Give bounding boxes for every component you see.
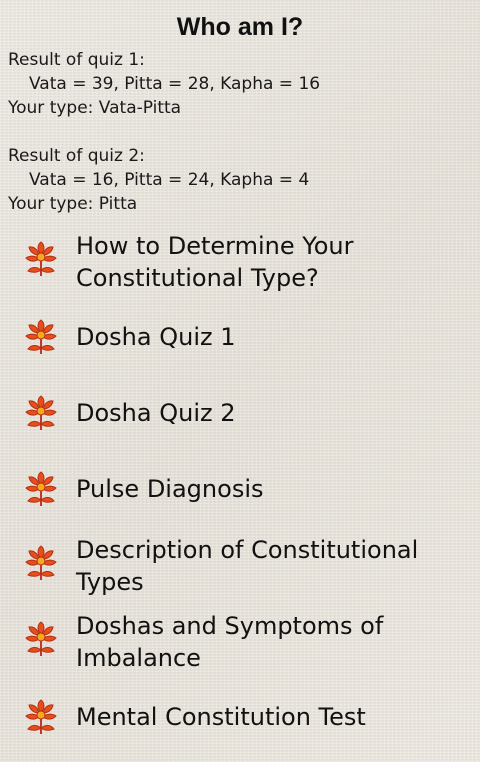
menu-item-constitutional-types[interactable]: Description of Constitutional Types [0, 532, 480, 600]
menu-item-label: Dosha Quiz 1 [76, 323, 236, 351]
quiz-1-heading: Result of quiz 1: [8, 50, 145, 70]
lotus-flower-icon [25, 395, 57, 431]
lotus-flower-icon [25, 319, 57, 355]
quiz-2-scores: Vata = 16, Pitta = 24, Kapha = 4 [29, 170, 310, 190]
page-title: Who am I? [176, 13, 304, 41]
menu-item-label: Doshas and Symptoms of Imbalance [76, 612, 384, 672]
quiz-1-result: Result of quiz 1: Vata = 39, Pitta = 28,… [8, 48, 320, 120]
quiz-2-heading: Result of quiz 2: [8, 146, 145, 166]
menu-item-doshas-symptoms[interactable]: Doshas and Symptoms of Imbalance [0, 608, 480, 676]
menu-item-dosha-quiz-2[interactable]: Dosha Quiz 2 [0, 394, 480, 434]
lotus-flower-icon [25, 699, 57, 735]
quiz-2-result: Result of quiz 2: Vata = 16, Pitta = 24,… [8, 144, 309, 216]
menu-item-determine-type[interactable]: How to Determine Your Constitutional Typ… [0, 228, 480, 296]
quiz-1-type: Your type: Vata-Pitta [8, 98, 182, 118]
lotus-flower-icon [25, 621, 57, 657]
menu-item-label: Dosha Quiz 2 [76, 399, 236, 427]
quiz-2-type: Your type: Pitta [8, 194, 138, 214]
menu-item-label: Mental Constitution Test [76, 703, 366, 731]
lotus-flower-icon [25, 241, 57, 277]
menu-item-mental-constitution[interactable]: Mental Constitution Test [0, 698, 480, 738]
quiz-1-scores: Vata = 39, Pitta = 28, Kapha = 16 [29, 74, 321, 94]
menu-item-label: Pulse Diagnosis [76, 475, 264, 503]
menu-item-pulse-diagnosis[interactable]: Pulse Diagnosis [0, 470, 480, 510]
menu-item-label: How to Determine Your Constitutional Typ… [76, 232, 354, 292]
lotus-flower-icon [25, 471, 57, 507]
menu-item-label: Description of Constitutional Types [76, 536, 419, 596]
lotus-flower-icon [25, 545, 57, 581]
menu-item-dosha-quiz-1[interactable]: Dosha Quiz 1 [0, 318, 480, 358]
